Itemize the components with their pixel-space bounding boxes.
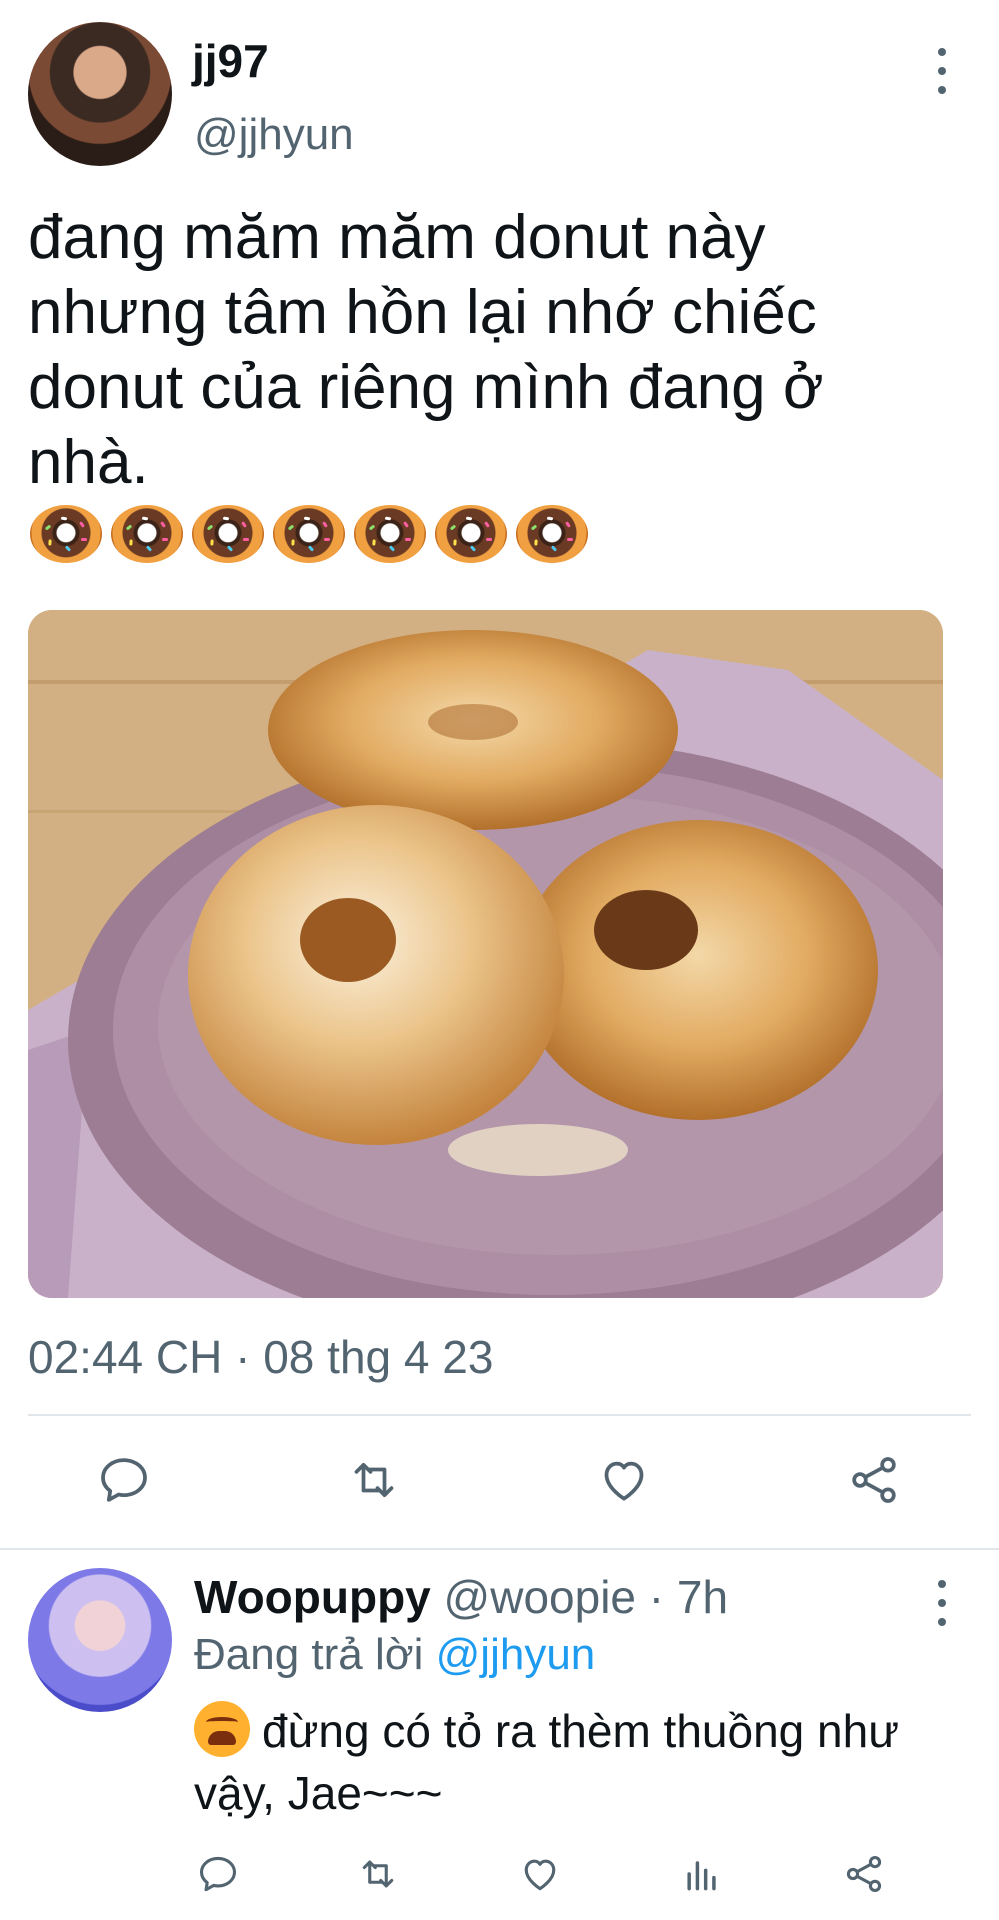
- sprinkle: [403, 521, 409, 528]
- analytics-icon[interactable]: [680, 1852, 724, 1896]
- sprinkle: [322, 521, 328, 528]
- author-avatar[interactable]: [28, 22, 172, 166]
- reply-author-line: Woopuppy @woopie · 7h: [194, 1570, 728, 1624]
- sprinkle: [160, 521, 166, 528]
- sprinkle: [141, 516, 148, 521]
- sprinkle: [206, 524, 213, 531]
- sprinkle: [222, 516, 229, 521]
- sprinkle: [65, 545, 72, 552]
- reply-author-avatar[interactable]: [28, 1568, 172, 1712]
- donut-emoji-row: [30, 505, 588, 571]
- retweet-icon[interactable]: [356, 1852, 400, 1896]
- sprinkle: [486, 537, 493, 541]
- sprinkle: [243, 537, 250, 541]
- sprinkle: [287, 524, 294, 531]
- heart-icon[interactable]: [596, 1452, 652, 1508]
- sprinkle: [534, 539, 538, 546]
- retweet-icon[interactable]: [346, 1452, 402, 1508]
- sprinkle: [129, 539, 133, 546]
- sprinkle: [48, 539, 52, 546]
- sprinkle: [368, 524, 375, 531]
- sprinkle: [162, 537, 169, 541]
- weary-face-emoji: [194, 1701, 250, 1757]
- sprinkle: [530, 524, 537, 531]
- sprinkle: [79, 521, 85, 528]
- sprinkle: [60, 516, 67, 521]
- sprinkle: [210, 539, 214, 546]
- replying-prefix: Đang trả lời: [194, 1630, 424, 1679]
- donut-emoji: [192, 505, 264, 563]
- sprinkle: [81, 537, 88, 541]
- comment-icon[interactable]: [96, 1452, 152, 1508]
- donut-emoji: [111, 505, 183, 563]
- donut-emoji: [516, 505, 588, 563]
- sprinkle: [484, 521, 490, 528]
- reply-text-container: đừng có tỏ ra thèm thuồng như vậy, Jae~~…: [194, 1700, 954, 1824]
- more-vertical-icon[interactable]: [932, 1580, 952, 1626]
- sprinkle: [405, 537, 412, 541]
- donut-emoji: [273, 505, 345, 563]
- sprinkle: [565, 521, 571, 528]
- share-icon[interactable]: [842, 1852, 886, 1896]
- sprinkle: [303, 516, 310, 521]
- share-icon[interactable]: [846, 1452, 902, 1508]
- sprinkle: [470, 545, 477, 552]
- sprinkle: [227, 545, 234, 552]
- sprinkle: [372, 539, 376, 546]
- sprinkle: [465, 516, 472, 521]
- sprinkle: [324, 537, 331, 541]
- reply-author-name[interactable]: Woopuppy: [194, 1571, 431, 1623]
- sprinkle: [291, 539, 295, 546]
- comment-icon[interactable]: [196, 1852, 240, 1896]
- tweet-text: đang măm măm donut này nhưng tâm hồn lại…: [28, 203, 824, 497]
- donut-emoji: [30, 505, 102, 563]
- sprinkle: [546, 516, 553, 521]
- sprinkle: [389, 545, 396, 552]
- sprinkle: [44, 524, 51, 531]
- divider: [28, 1414, 971, 1416]
- more-vertical-icon[interactable]: [932, 48, 952, 94]
- divider: [0, 1548, 999, 1550]
- author-handle[interactable]: @jjhyun: [194, 110, 354, 160]
- sprinkle: [146, 545, 153, 552]
- donut-emoji: [354, 505, 426, 563]
- tweet-photo[interactable]: [28, 610, 943, 1298]
- sprinkle: [449, 524, 456, 531]
- sprinkle: [308, 545, 315, 552]
- reply-text: đừng có tỏ ra thèm thuồng như vậy, Jae~~…: [194, 1705, 899, 1819]
- sprinkle: [567, 537, 574, 541]
- sprinkle: [453, 539, 457, 546]
- reply-author-handle[interactable]: @woopie: [444, 1571, 636, 1623]
- reply-age: · 7h: [648, 1571, 729, 1623]
- sprinkle: [125, 524, 132, 531]
- tweet-timestamp: 02:44 CH · 08 thg 4 23: [28, 1331, 494, 1383]
- replying-to-handle[interactable]: @jjhyun: [436, 1630, 596, 1679]
- author-name[interactable]: jj97: [192, 34, 269, 88]
- sprinkle: [241, 521, 247, 528]
- heart-icon[interactable]: [518, 1852, 562, 1896]
- donut-emoji: [435, 505, 507, 563]
- replying-to: Đang trả lời @jjhyun: [194, 1630, 595, 1680]
- sprinkle: [384, 516, 391, 521]
- sprinkle: [551, 545, 558, 552]
